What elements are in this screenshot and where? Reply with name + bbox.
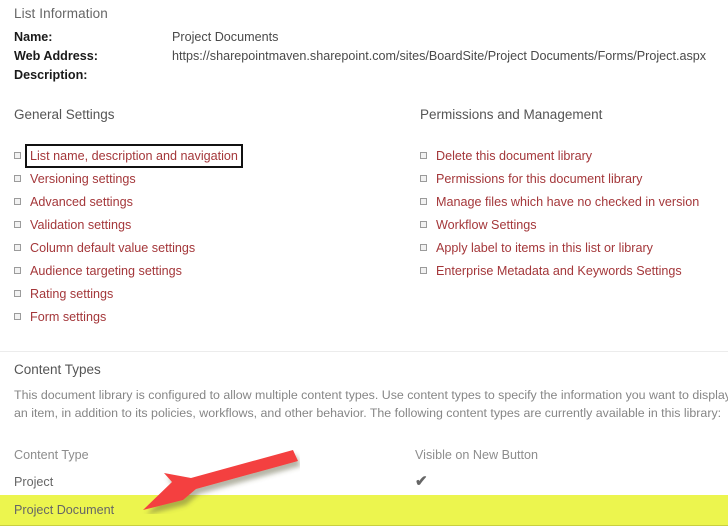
link-versioning-settings[interactable]: Versioning settings: [29, 171, 137, 187]
square-bullet-icon: [14, 221, 21, 228]
general-settings-column: General Settings List name, description …: [14, 107, 420, 332]
square-bullet-icon: [14, 152, 21, 159]
permissions-management-heading: Permissions and Management: [420, 107, 603, 122]
web-address-label: Web Address:: [14, 49, 98, 63]
square-bullet-icon: [420, 152, 427, 159]
square-bullet-icon: [14, 267, 21, 274]
link-delete-this-document-library[interactable]: Delete this document library: [435, 148, 593, 164]
link-apply-label-to-items[interactable]: Apply label to items in this list or lib…: [435, 240, 654, 256]
settings-item[interactable]: Manage files which have no checked in ve…: [420, 194, 728, 210]
info-row-web-address: Web Address: https://sharepointmaven.sha…: [14, 47, 728, 66]
square-bullet-icon: [420, 244, 427, 251]
link-enterprise-metadata-keywords-settings[interactable]: Enterprise Metadata and Keywords Setting…: [435, 263, 683, 279]
settings-item[interactable]: Delete this document library: [420, 148, 728, 164]
list-information-heading: List Information: [14, 6, 108, 21]
square-bullet-icon: [420, 198, 427, 205]
square-bullet-icon: [420, 267, 427, 274]
link-workflow-settings[interactable]: Workflow Settings: [435, 217, 538, 233]
square-bullet-icon: [14, 175, 21, 182]
general-settings-heading: General Settings: [14, 107, 115, 122]
info-row-name: Name: Project Documents: [14, 28, 728, 47]
general-settings-list: List name, description and navigation Ve…: [14, 144, 420, 325]
link-column-default-value-settings[interactable]: Column default value settings: [29, 240, 196, 256]
square-bullet-icon: [14, 198, 21, 205]
description-label: Description:: [14, 68, 88, 82]
settings-item[interactable]: List name, description and navigation: [14, 144, 420, 168]
link-permissions-for-this-document-library[interactable]: Permissions for this document library: [435, 171, 643, 187]
square-bullet-icon: [14, 290, 21, 297]
table-row[interactable]: Project Document: [0, 495, 728, 526]
list-information-section: List Information Name: Project Documents…: [0, 0, 728, 85]
settings-item[interactable]: Audience targeting settings: [14, 263, 420, 279]
link-validation-settings[interactable]: Validation settings: [29, 217, 132, 233]
permissions-management-list: Delete this document library Permissions…: [420, 148, 728, 279]
column-header-content-type: Content Type: [14, 447, 89, 462]
square-bullet-icon: [420, 175, 427, 182]
square-bullet-icon: [14, 244, 21, 251]
name-value: Project Documents: [172, 30, 279, 44]
content-types-heading: Content Types: [14, 362, 101, 377]
settings-item[interactable]: Apply label to items in this list or lib…: [420, 240, 728, 256]
settings-item[interactable]: Workflow Settings: [420, 217, 728, 233]
square-bullet-icon: [420, 221, 427, 228]
table-header-row: Content Type Visible on New Button: [0, 441, 728, 468]
settings-item[interactable]: Enterprise Metadata and Keywords Setting…: [420, 263, 728, 279]
link-audience-targeting-settings[interactable]: Audience targeting settings: [29, 263, 183, 279]
link-manage-files-no-checked-in-version[interactable]: Manage files which have no checked in ve…: [435, 194, 700, 210]
settings-columns: General Settings List name, description …: [0, 107, 728, 332]
info-row-description: Description:: [14, 66, 728, 85]
name-label: Name:: [14, 30, 53, 44]
settings-item[interactable]: Form settings: [14, 309, 420, 325]
link-list-name-description-navigation[interactable]: List name, description and navigation: [25, 144, 243, 168]
link-form-settings[interactable]: Form settings: [29, 309, 107, 325]
permissions-management-column: Permissions and Management Delete this d…: [420, 107, 728, 332]
web-address-value: https://sharepointmaven.sharepoint.com/s…: [172, 49, 707, 63]
settings-item[interactable]: Advanced settings: [14, 194, 420, 210]
content-types-table: Content Type Visible on New Button Proje…: [0, 441, 728, 526]
settings-item[interactable]: Column default value settings: [14, 240, 420, 256]
square-bullet-icon: [14, 313, 21, 320]
link-rating-settings[interactable]: Rating settings: [29, 286, 114, 302]
link-advanced-settings[interactable]: Advanced settings: [29, 194, 134, 210]
table-row[interactable]: Project ✔: [0, 468, 728, 495]
cell-content-type-name: Project Document: [14, 503, 115, 517]
cell-content-type-name: Project: [14, 474, 54, 489]
content-types-description: This document library is configured to a…: [14, 388, 728, 420]
settings-item[interactable]: Validation settings: [14, 217, 420, 233]
settings-item[interactable]: Versioning settings: [14, 171, 420, 187]
column-header-visible-on-new-button: Visible on New Button: [415, 447, 538, 462]
settings-item[interactable]: Rating settings: [14, 286, 420, 302]
content-types-section: Content Types This document library is c…: [0, 352, 728, 422]
settings-item[interactable]: Permissions for this document library: [420, 171, 728, 187]
checkmark-icon: ✔: [415, 473, 428, 490]
